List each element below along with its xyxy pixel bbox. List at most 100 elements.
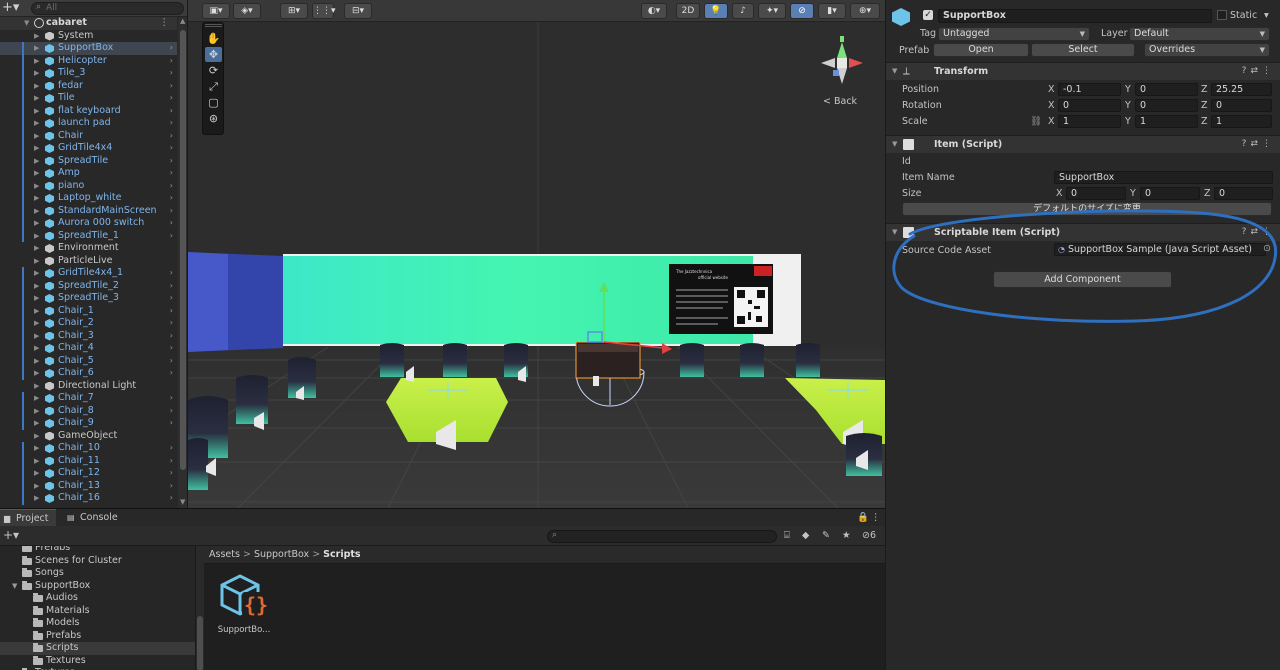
expand-arrow-icon[interactable]: ▶ bbox=[34, 305, 39, 318]
expand-arrow-icon[interactable]: ▶ bbox=[34, 105, 39, 118]
expand-arrow-icon[interactable]: ▶ bbox=[34, 30, 39, 43]
expand-arrow-icon[interactable]: ▶ bbox=[34, 67, 39, 80]
audio-toggle-button[interactable]: ♪ bbox=[732, 3, 754, 19]
expand-arrow-icon[interactable]: ▶ bbox=[34, 267, 39, 280]
open-prefab-icon[interactable]: › bbox=[170, 105, 173, 118]
search-by-type-icon[interactable]: ⌸ bbox=[784, 530, 790, 541]
favorite-star-icon[interactable]: ★ bbox=[842, 530, 851, 541]
hierarchy-item[interactable]: ▶ Chair_8 › bbox=[0, 404, 177, 418]
open-prefab-icon[interactable]: › bbox=[170, 355, 173, 368]
expand-arrow-icon[interactable]: ▶ bbox=[34, 130, 39, 143]
scene-view[interactable]: The Jazztechnnica official website ▣▾ ◈▾… bbox=[188, 0, 885, 508]
expand-arrow-icon[interactable]: ▶ bbox=[34, 155, 39, 168]
scene-row[interactable]: ▼ cabaret ⋮ bbox=[0, 17, 177, 30]
hierarchy-item[interactable]: ▶ Chair_1 › bbox=[0, 304, 177, 318]
folder-item[interactable]: Scripts bbox=[0, 642, 195, 655]
breadcrumb-supportbox[interactable]: SupportBox bbox=[254, 549, 309, 560]
hierarchy-item[interactable]: ▶ Chair_2 › bbox=[0, 317, 177, 330]
hierarchy-item[interactable]: ▶ GridTile4x4 › bbox=[0, 142, 177, 155]
pivot-dropdown[interactable]: ⊞▾ bbox=[280, 3, 308, 19]
expand-arrow-icon[interactable]: ▶ bbox=[34, 380, 39, 393]
hierarchy-item[interactable]: ▶ SpreadTile_2 › bbox=[0, 279, 177, 293]
hierarchy-item[interactable]: ▶ Chair_3 › bbox=[0, 329, 177, 343]
search-by-label-icon[interactable]: ◆ bbox=[802, 530, 809, 541]
hierarchy-item[interactable]: ▶ Chair › bbox=[0, 129, 177, 143]
folder-item[interactable]: Textures bbox=[0, 655, 195, 668]
open-prefab-icon[interactable]: › bbox=[170, 367, 173, 380]
hierarchy-item[interactable]: ▶ GameObject bbox=[0, 430, 177, 443]
hierarchy-item[interactable]: ▶ Chair_9 › bbox=[0, 417, 177, 430]
open-prefab-icon[interactable]: › bbox=[170, 205, 173, 218]
orientation-gizmo[interactable] bbox=[813, 34, 871, 92]
expand-arrow-icon[interactable]: ▶ bbox=[34, 455, 39, 468]
hierarchy-item[interactable]: ▶ Aurora 000 switch › bbox=[0, 217, 177, 230]
move-tool-icon[interactable]: ✥ bbox=[205, 47, 222, 62]
open-prefab-icon[interactable]: › bbox=[170, 342, 173, 355]
open-prefab-icon[interactable]: › bbox=[170, 267, 173, 280]
open-prefab-icon[interactable]: › bbox=[170, 492, 173, 505]
open-prefab-icon[interactable]: › bbox=[170, 192, 173, 205]
folder-item[interactable]: Scenes for Cluster bbox=[0, 555, 195, 568]
expand-arrow-icon[interactable]: ▼ bbox=[24, 17, 29, 30]
expand-arrow-icon[interactable]: ▶ bbox=[34, 405, 39, 418]
expand-arrow-icon[interactable]: ▶ bbox=[34, 117, 39, 130]
grid-snap-button[interactable]: ⋮⋮▾ bbox=[312, 3, 336, 19]
project-search-input[interactable]: ⌕ bbox=[547, 530, 777, 543]
hidden-objects-toggle[interactable]: ⊘ bbox=[790, 3, 814, 19]
open-prefab-icon[interactable]: › bbox=[170, 480, 173, 493]
expand-arrow-icon[interactable]: ▼ bbox=[12, 580, 17, 593]
expand-arrow-icon[interactable]: ▶ bbox=[34, 367, 39, 380]
expand-arrow-icon[interactable]: ▶ bbox=[34, 330, 39, 343]
hierarchy-item[interactable]: ▶ ParticleLive bbox=[0, 255, 177, 268]
hierarchy-item[interactable]: ▶ Tile_3 › bbox=[0, 67, 177, 80]
expand-arrow-icon[interactable]: ▶ bbox=[34, 255, 39, 268]
expand-arrow-icon[interactable]: ▶ bbox=[34, 142, 39, 155]
2d-toggle-button[interactable]: 2D bbox=[676, 3, 700, 19]
open-prefab-icon[interactable]: › bbox=[170, 280, 173, 293]
open-prefab-icon[interactable]: › bbox=[170, 92, 173, 105]
open-prefab-icon[interactable]: › bbox=[170, 55, 173, 68]
hierarchy-item[interactable]: ▶ StandardMainScreen › bbox=[0, 204, 177, 218]
expand-arrow-icon[interactable]: ▶ bbox=[34, 442, 39, 455]
open-prefab-icon[interactable]: › bbox=[170, 330, 173, 343]
open-prefab-icon[interactable]: › bbox=[170, 317, 173, 330]
expand-arrow-icon[interactable]: ▶ bbox=[34, 430, 39, 443]
expand-arrow-icon[interactable]: ▶ bbox=[34, 55, 39, 68]
hierarchy-item[interactable]: ▶ GridTile4x4_1 › bbox=[0, 267, 177, 280]
open-prefab-icon[interactable]: › bbox=[170, 405, 173, 418]
expand-arrow-icon[interactable]: ▶ bbox=[34, 392, 39, 405]
folder-item[interactable]: Prefabs bbox=[0, 630, 195, 643]
hierarchy-item[interactable]: ▶ Laptop_white › bbox=[0, 192, 177, 205]
hierarchy-item[interactable]: ▶ Chair_5 › bbox=[0, 354, 177, 368]
add-object-button[interactable]: +▾ bbox=[2, 0, 24, 16]
folder-item[interactable]: ▼ SupportBox bbox=[0, 580, 195, 593]
hierarchy-item[interactable]: ▶ Helicopter › bbox=[0, 54, 177, 68]
render-mode-dropdown[interactable]: ◈▾ bbox=[233, 3, 261, 19]
expand-arrow-icon[interactable]: ▶ bbox=[34, 292, 39, 305]
expand-arrow-icon[interactable]: ▶ bbox=[34, 217, 39, 230]
create-asset-button[interactable]: +▾ bbox=[3, 528, 19, 542]
hierarchy-item[interactable]: ▶ launch pad › bbox=[0, 117, 177, 130]
view-orientation-label[interactable]: < Back bbox=[823, 96, 857, 107]
expand-arrow-icon[interactable]: ▶ bbox=[34, 80, 39, 93]
hierarchy-item[interactable]: ▶ Chair_12 › bbox=[0, 467, 177, 480]
open-prefab-icon[interactable]: › bbox=[170, 167, 173, 180]
hierarchy-item[interactable]: ▶ System bbox=[0, 30, 177, 43]
open-prefab-icon[interactable]: › bbox=[170, 180, 173, 193]
expand-arrow-icon[interactable]: ▶ bbox=[34, 355, 39, 368]
scroll-up-icon[interactable]: ▲ bbox=[180, 17, 185, 25]
hierarchy-item[interactable]: ▶ SupportBox › bbox=[0, 42, 177, 55]
open-prefab-icon[interactable]: › bbox=[170, 117, 173, 130]
folder-item[interactable]: Songs bbox=[0, 567, 195, 580]
save-search-icon[interactable]: ✎ bbox=[822, 530, 830, 541]
hierarchy-item[interactable]: ▶ Chair_16 › bbox=[0, 492, 177, 505]
hierarchy-scroll-thumb[interactable] bbox=[180, 30, 186, 470]
tab-console[interactable]: ▤ Console bbox=[64, 509, 124, 526]
hierarchy-item[interactable]: ▶ SpreadTile_1 › bbox=[0, 229, 177, 242]
hierarchy-item[interactable]: ▶ Chair_6 › bbox=[0, 367, 177, 380]
scene-viewport[interactable]: The Jazztechnnica official website bbox=[188, 0, 885, 508]
open-prefab-icon[interactable]: › bbox=[170, 42, 173, 55]
asset-item[interactable]: {} SupportBo... bbox=[218, 574, 270, 650]
folder-tree-scrollbar[interactable] bbox=[196, 546, 204, 670]
hierarchy-item[interactable]: ▶ SpreadTile_3 › bbox=[0, 292, 177, 305]
